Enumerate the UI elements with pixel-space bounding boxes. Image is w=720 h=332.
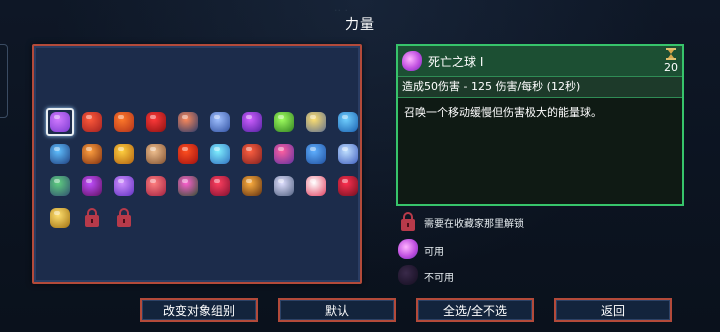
grid-slot[interactable] bbox=[44, 170, 76, 202]
item-description: 召唤一个移动缓慢但伤害极大的能量球。 bbox=[404, 106, 602, 119]
ice-vortex-icon bbox=[338, 112, 358, 132]
legend-available-label: 可用 bbox=[424, 246, 444, 258]
grid-slot[interactable] bbox=[44, 202, 76, 234]
cube-head-icon bbox=[146, 144, 166, 164]
death-orb-icon bbox=[402, 51, 422, 71]
lock-icon bbox=[398, 211, 418, 233]
legend-locked: 需要在收藏家那里解锁 bbox=[398, 210, 524, 234]
select-all-button[interactable]: 全选/全不选 bbox=[416, 298, 534, 322]
available-orb-icon bbox=[398, 239, 418, 261]
legend-unavailable: 不可用 bbox=[398, 264, 454, 288]
grid-slot[interactable] bbox=[140, 106, 172, 138]
lightning-fork-icon bbox=[338, 144, 358, 164]
grid-slot[interactable] bbox=[108, 138, 140, 170]
grid-slot[interactable] bbox=[108, 106, 140, 138]
flame-dash-icon bbox=[82, 112, 102, 132]
grid-slot[interactable] bbox=[172, 170, 204, 202]
blood-drop-icon bbox=[146, 112, 166, 132]
golden-sword-icon bbox=[114, 144, 134, 164]
fire-spikes-icon bbox=[114, 112, 134, 132]
grid-slot[interactable] bbox=[236, 138, 268, 170]
fox-mask-icon bbox=[306, 176, 326, 196]
golden-bell-icon bbox=[50, 208, 70, 228]
legend-unavailable-label: 不可用 bbox=[424, 272, 454, 284]
legend-available: 可用 bbox=[398, 238, 444, 262]
ice-bolt-icon bbox=[210, 144, 230, 164]
grid-slot[interactable] bbox=[44, 106, 76, 138]
item-stats: 造成50伤害 - 125 伤害/每秒 (12秒) bbox=[398, 77, 682, 98]
purple-egg-icon bbox=[114, 176, 134, 196]
legend-locked-label: 需要在收藏家那里解锁 bbox=[424, 218, 524, 230]
spark-wand-icon bbox=[274, 176, 294, 196]
grid-slot[interactable] bbox=[268, 106, 300, 138]
potion-flask-icon bbox=[146, 176, 166, 196]
change-group-button[interactable]: 改变对象组别 bbox=[140, 298, 258, 322]
totem-icon bbox=[178, 176, 198, 196]
frost-cluster-icon bbox=[306, 144, 326, 164]
grid-slot[interactable] bbox=[140, 170, 172, 202]
fire-lantern-icon bbox=[242, 176, 262, 196]
grid-slot[interactable] bbox=[108, 202, 140, 234]
page-title: 力量 bbox=[345, 17, 375, 33]
grid-slot[interactable] bbox=[268, 138, 300, 170]
grid-slot[interactable] bbox=[172, 106, 204, 138]
shadow-slash-icon bbox=[242, 112, 262, 132]
bull-head-icon bbox=[82, 144, 102, 164]
grid-slot[interactable] bbox=[76, 106, 108, 138]
grid-slot[interactable] bbox=[300, 170, 332, 202]
hourglass-icon bbox=[666, 48, 676, 60]
grid-slot[interactable] bbox=[76, 202, 108, 234]
fire-wave-icon bbox=[178, 144, 198, 164]
back-button[interactable]: 返回 bbox=[554, 298, 672, 322]
shadow-cat-icon bbox=[82, 176, 102, 196]
grid-slot[interactable] bbox=[332, 138, 364, 170]
dagger-icon bbox=[178, 112, 198, 132]
grid-slot[interactable] bbox=[76, 138, 108, 170]
grid-slot[interactable] bbox=[332, 106, 364, 138]
item-name: 死亡之球 I bbox=[428, 55, 484, 69]
grid-slot[interactable] bbox=[332, 170, 364, 202]
death-orb-icon bbox=[50, 112, 70, 132]
item-grid bbox=[44, 106, 364, 234]
grid-slot[interactable] bbox=[140, 138, 172, 170]
spirit-wheel-icon bbox=[306, 112, 326, 132]
red-cross-orb-icon bbox=[210, 176, 230, 196]
crimson-bat-icon bbox=[338, 176, 358, 196]
chain-hook-icon bbox=[50, 144, 70, 164]
grid-slot[interactable] bbox=[268, 170, 300, 202]
poison-cloud-icon bbox=[274, 112, 294, 132]
grid-slot[interactable] bbox=[300, 138, 332, 170]
default-button[interactable]: 默认 bbox=[278, 298, 396, 322]
grid-slot[interactable] bbox=[172, 138, 204, 170]
unavailable-orb-icon bbox=[398, 265, 418, 287]
grid-slot[interactable] bbox=[204, 106, 236, 138]
item-grid-panel bbox=[32, 44, 362, 284]
sickle-icon bbox=[50, 176, 70, 196]
bomb-icon bbox=[242, 144, 262, 164]
grid-slot[interactable] bbox=[108, 170, 140, 202]
eye-beast-icon bbox=[274, 144, 294, 164]
grid-slot[interactable] bbox=[236, 106, 268, 138]
grid-slot[interactable] bbox=[204, 138, 236, 170]
void-ring-icon bbox=[210, 112, 230, 132]
grid-slot[interactable] bbox=[44, 138, 76, 170]
grid-slot[interactable] bbox=[300, 106, 332, 138]
detail-header: 死亡之球 I 20 bbox=[398, 46, 682, 77]
grid-slot[interactable] bbox=[236, 170, 268, 202]
item-detail-card: 死亡之球 I 20 造成50伤害 - 125 伤害/每秒 (12秒) 召唤一个移… bbox=[396, 44, 684, 206]
cooldown-value: 20 bbox=[664, 61, 678, 74]
lock-icon bbox=[85, 208, 99, 227]
side-panel-edge bbox=[0, 44, 8, 118]
lock-icon bbox=[117, 208, 131, 227]
grid-slot[interactable] bbox=[76, 170, 108, 202]
grid-slot[interactable] bbox=[204, 170, 236, 202]
